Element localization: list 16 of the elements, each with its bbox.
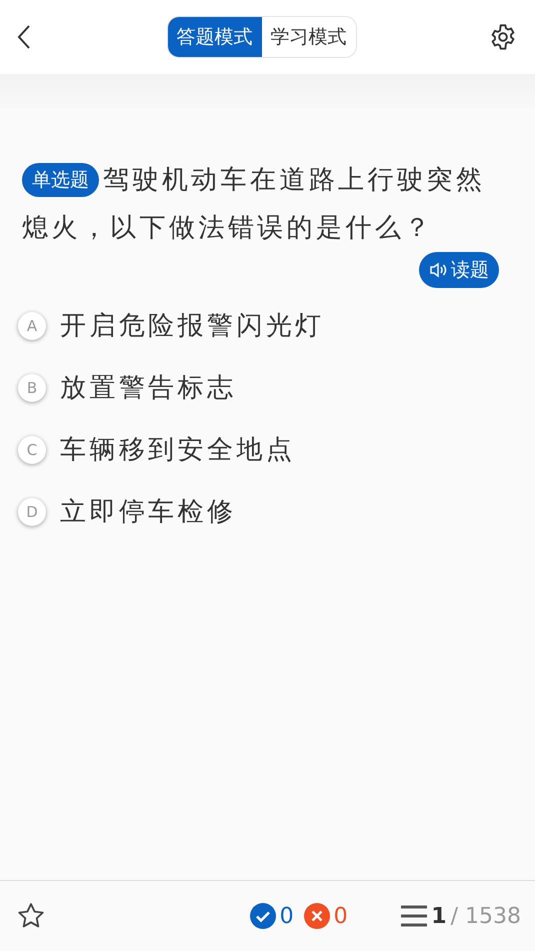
option-text[interactable]: 车辆移到安全地点 [60,432,296,467]
settings-icon[interactable] [489,23,517,51]
option-text[interactable]: 放置警告标志 [60,370,236,405]
cross-circle-icon [304,903,330,929]
question-text: 单选题 驾驶机动车在道路上行驶突然熄火，以下做法错误的是什么？ [22,162,486,245]
read-aloud-button[interactable]: 读题 [419,252,499,288]
total-questions: / 1538 [450,904,521,928]
option-text[interactable]: 开启危险报警闪光灯 [60,308,325,343]
speaker-icon [429,260,449,280]
correct-count: 0 [280,904,294,928]
list-icon[interactable] [401,904,428,928]
current-question-number: 1 [431,904,447,928]
check-circle-icon [250,903,276,929]
wrong-count: 0 [334,904,348,928]
option-text[interactable]: 立即停车检修 [60,494,236,529]
mode-tab[interactable]: 答题模式 [168,17,262,57]
